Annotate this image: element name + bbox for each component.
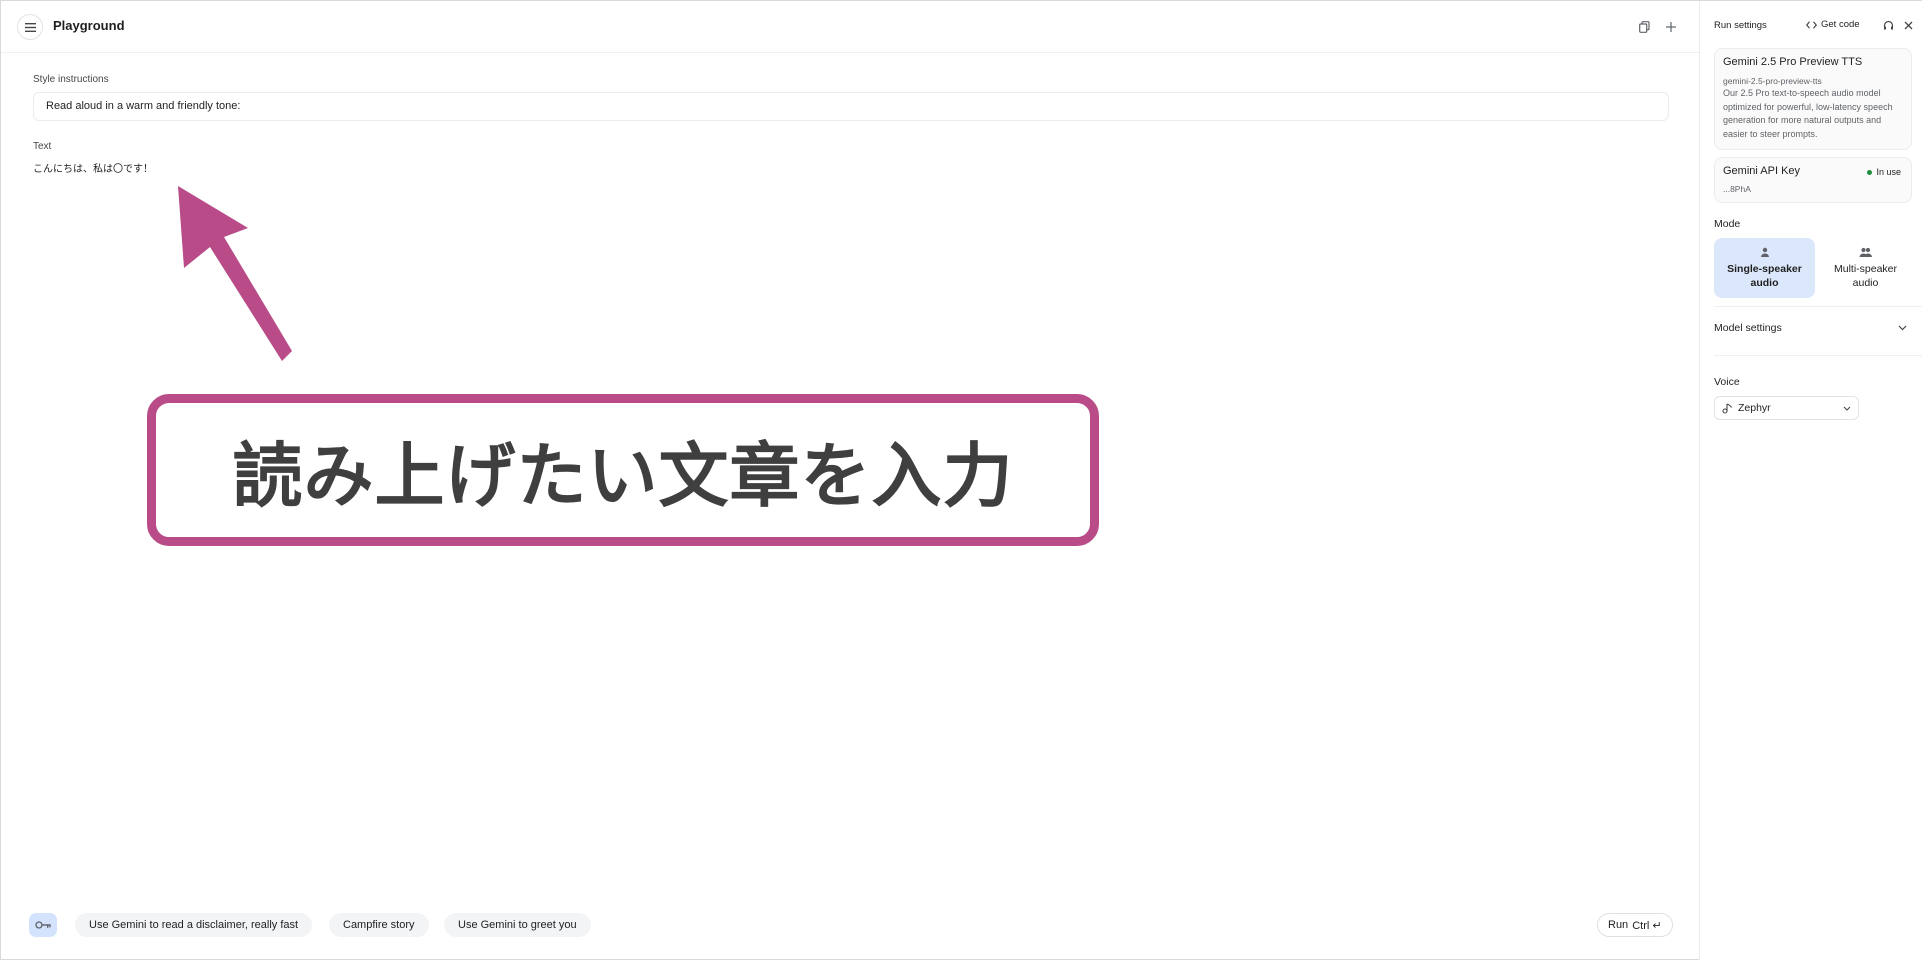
style-instructions-label: Style instructions [33,74,109,85]
multi-speaker-label: Multi-speaker audio [1833,262,1898,289]
model-settings-label: Model settings [1714,322,1782,334]
voice-icon [1722,402,1732,414]
key-icon [35,921,51,929]
people-icon [1859,247,1872,257]
model-id: gemini-2.5-pro-preview-tts [1723,76,1822,86]
page-title: Playground [53,18,125,33]
menu-button[interactable] [17,14,43,40]
copy-button[interactable] [1634,17,1654,37]
voice-label: Voice [1714,376,1740,388]
status-badge: In use [1867,167,1901,177]
annotation-callout: 読み上げたい文章を入力 [147,394,1099,546]
suggestion-chip-campfire[interactable]: Campfire story [329,913,429,937]
model-description: Our 2.5 Pro text-to-speech audio model o… [1723,88,1893,139]
style-instructions-input[interactable]: Read aloud in a warm and friendly tone: [33,92,1669,121]
new-button[interactable] [1661,17,1681,37]
run-shortcut: Ctrl ↵ [1632,919,1662,932]
mode-label: Mode [1714,218,1741,230]
annotation-arrow [178,186,292,361]
close-panel-button[interactable] [1900,17,1916,33]
single-speaker-button[interactable]: Single-speaker audio [1714,238,1815,298]
model-settings-toggle[interactable]: Model settings [1714,322,1782,334]
copy-icon [1638,21,1650,33]
get-code-button[interactable]: Get code [1806,19,1860,30]
headset-icon [1883,20,1893,29]
panel-title: Run settings [1714,20,1767,31]
single-speaker-label: Single-speaker audio [1727,262,1802,289]
app-frame: Playground Style instructions Read aloud… [0,0,1922,960]
model-card[interactable]: Gemini 2.5 Pro Preview TTS gemini-2.5-pr… [1714,48,1912,150]
chevron-down-icon[interactable] [1898,325,1907,331]
text-label: Text [33,141,52,152]
run-label: Run [1608,919,1629,931]
top-bar: Playground [1,1,1699,53]
suggestion-chip-greet[interactable]: Use Gemini to greet you [444,913,591,937]
plus-icon [1666,22,1676,32]
voice-value: Zephyr [1738,402,1771,414]
person-icon [1760,247,1769,257]
suggestion-chip-disclaimer[interactable]: Use Gemini to read a disclaimer, really … [75,913,313,937]
divider [1714,306,1922,307]
voice-select[interactable]: Zephyr [1714,396,1859,420]
code-icon [1806,20,1817,29]
status-dot [1867,169,1873,175]
api-key-masked: ...8PhA [1723,184,1751,194]
main-area: Playground Style instructions Read aloud… [1,1,1699,960]
run-button[interactable]: Run Ctrl ↵ [1597,913,1673,937]
close-icon [1904,21,1912,29]
api-key-card[interactable]: Gemini API Key In use ...8PhA [1714,157,1912,203]
divider [1714,355,1922,356]
chevron-down-icon [1843,406,1851,411]
hamburger-icon [24,22,36,32]
multi-speaker-button[interactable]: Multi-speaker audio [1815,238,1916,298]
status-text: In use [1876,167,1901,177]
text-input[interactable]: こんにちは、私は〇です！ [33,160,153,175]
api-key-chip[interactable] [29,913,57,937]
run-settings-panel: Run settings Get code Gemini 2.5 Pro Pre… [1699,1,1922,960]
annotation-callout-text: 読み上げたい文章を入力 [232,434,1014,517]
model-name: Gemini 2.5 Pro Preview TTS [1723,56,1863,68]
reset-button[interactable] [1880,17,1896,33]
get-code-label: Get code [1821,19,1860,30]
